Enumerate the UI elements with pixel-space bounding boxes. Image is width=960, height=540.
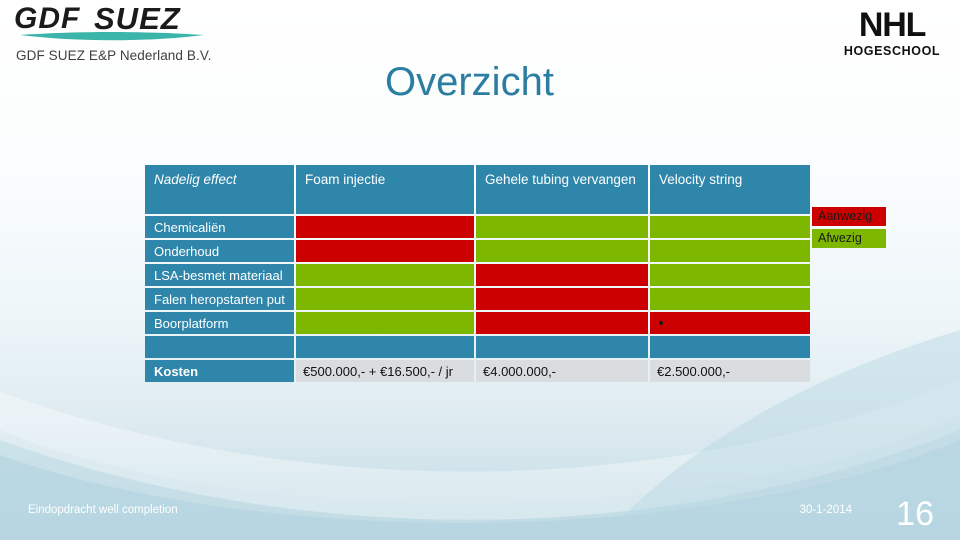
table-header-cell-0: Nadelig effect	[145, 165, 294, 214]
page-number: 16	[896, 495, 934, 533]
status-cell-red	[650, 312, 810, 334]
status-cell-green	[476, 216, 648, 238]
table-row: Onderhoud	[145, 240, 810, 262]
status-cell-red	[476, 312, 648, 334]
gdf-suez-subtitle: GDF SUEZ E&P Nederland B.V.	[16, 48, 212, 63]
svg-text:SUEZ: SUEZ	[94, 2, 181, 36]
table-header-cell-2: Gehele tubing vervangen	[476, 165, 648, 214]
table-row-label: LSA-besmet materiaal	[145, 264, 294, 286]
page-title: Overzicht	[385, 60, 554, 104]
gdf-suez-logo: GDF SUEZ	[14, 2, 204, 41]
table-header-cell-3: Velocity string	[650, 165, 810, 214]
cost-cell: €500.000,- + €16.500,- / jr	[296, 360, 474, 382]
comparison-table: Nadelig effect Foam injectie Gehele tubi…	[143, 163, 812, 384]
nhl-logo-sub: HOGESCHOOL	[843, 44, 941, 58]
status-cell-red	[476, 264, 648, 286]
nhl-logo-main: NHL	[858, 6, 926, 44]
status-cell-red	[476, 288, 648, 310]
spacer-cell	[650, 336, 810, 358]
table-header-row: Nadelig effect Foam injectie Gehele tubi…	[145, 165, 810, 214]
cost-row-label: Kosten	[145, 360, 294, 382]
status-cell-green	[296, 264, 474, 286]
table-spacer-row	[145, 336, 810, 358]
table-row: LSA-besmet materiaal	[145, 264, 810, 286]
status-cell-green	[296, 312, 474, 334]
nhl-hogeschool-logo: NHL HOGESCHOOL	[836, 8, 948, 64]
status-cell-green	[650, 240, 810, 262]
status-cell-green	[296, 288, 474, 310]
spacer-cell	[296, 336, 474, 358]
footer-title: Eindopdracht well completion	[28, 504, 178, 516]
legend: Aanwezig Afwezig	[812, 207, 886, 251]
footer-date: 30-1-2014	[799, 504, 852, 516]
status-cell-red	[296, 216, 474, 238]
table-body: Chemicaliën Onderhoud LSA-besmet materiaal…	[145, 216, 810, 382]
table-cost-row: Kosten €500.000,- + €16.500,- / jr €4.000.…	[145, 360, 810, 382]
legend-item-afwezig: Afwezig	[812, 229, 886, 248]
table-row: Falen heropstarten put	[145, 288, 810, 310]
cost-cell: €4.000.000,-	[476, 360, 648, 382]
status-cell-red	[296, 240, 474, 262]
status-cell-green	[650, 216, 810, 238]
cost-cell: €2.500.000,-	[650, 360, 810, 382]
slide: GDF SUEZ GDF SUEZ E&P Nederland B.V. NHL…	[0, 0, 960, 540]
table-row-label: Falen heropstarten put	[145, 288, 294, 310]
legend-item-aanwezig: Aanwezig	[812, 207, 886, 226]
table-header-cell-1: Foam injectie	[296, 165, 474, 214]
table-row-label: Chemicaliën	[145, 216, 294, 238]
spacer-cell	[476, 336, 648, 358]
table-row-label: Boorplatform	[145, 312, 294, 334]
table-row: Boorplatform	[145, 312, 810, 334]
status-cell-green	[650, 288, 810, 310]
status-cell-green	[650, 264, 810, 286]
status-cell-green	[476, 240, 648, 262]
footnote-marker-icon	[659, 320, 663, 325]
svg-text:GDF: GDF	[14, 2, 80, 35]
spacer-cell	[145, 336, 294, 358]
comparison-table-wrapper: Nadelig effect Foam injectie Gehele tubi…	[143, 163, 810, 384]
table-row-label: Onderhoud	[145, 240, 294, 262]
table-row: Chemicaliën	[145, 216, 810, 238]
